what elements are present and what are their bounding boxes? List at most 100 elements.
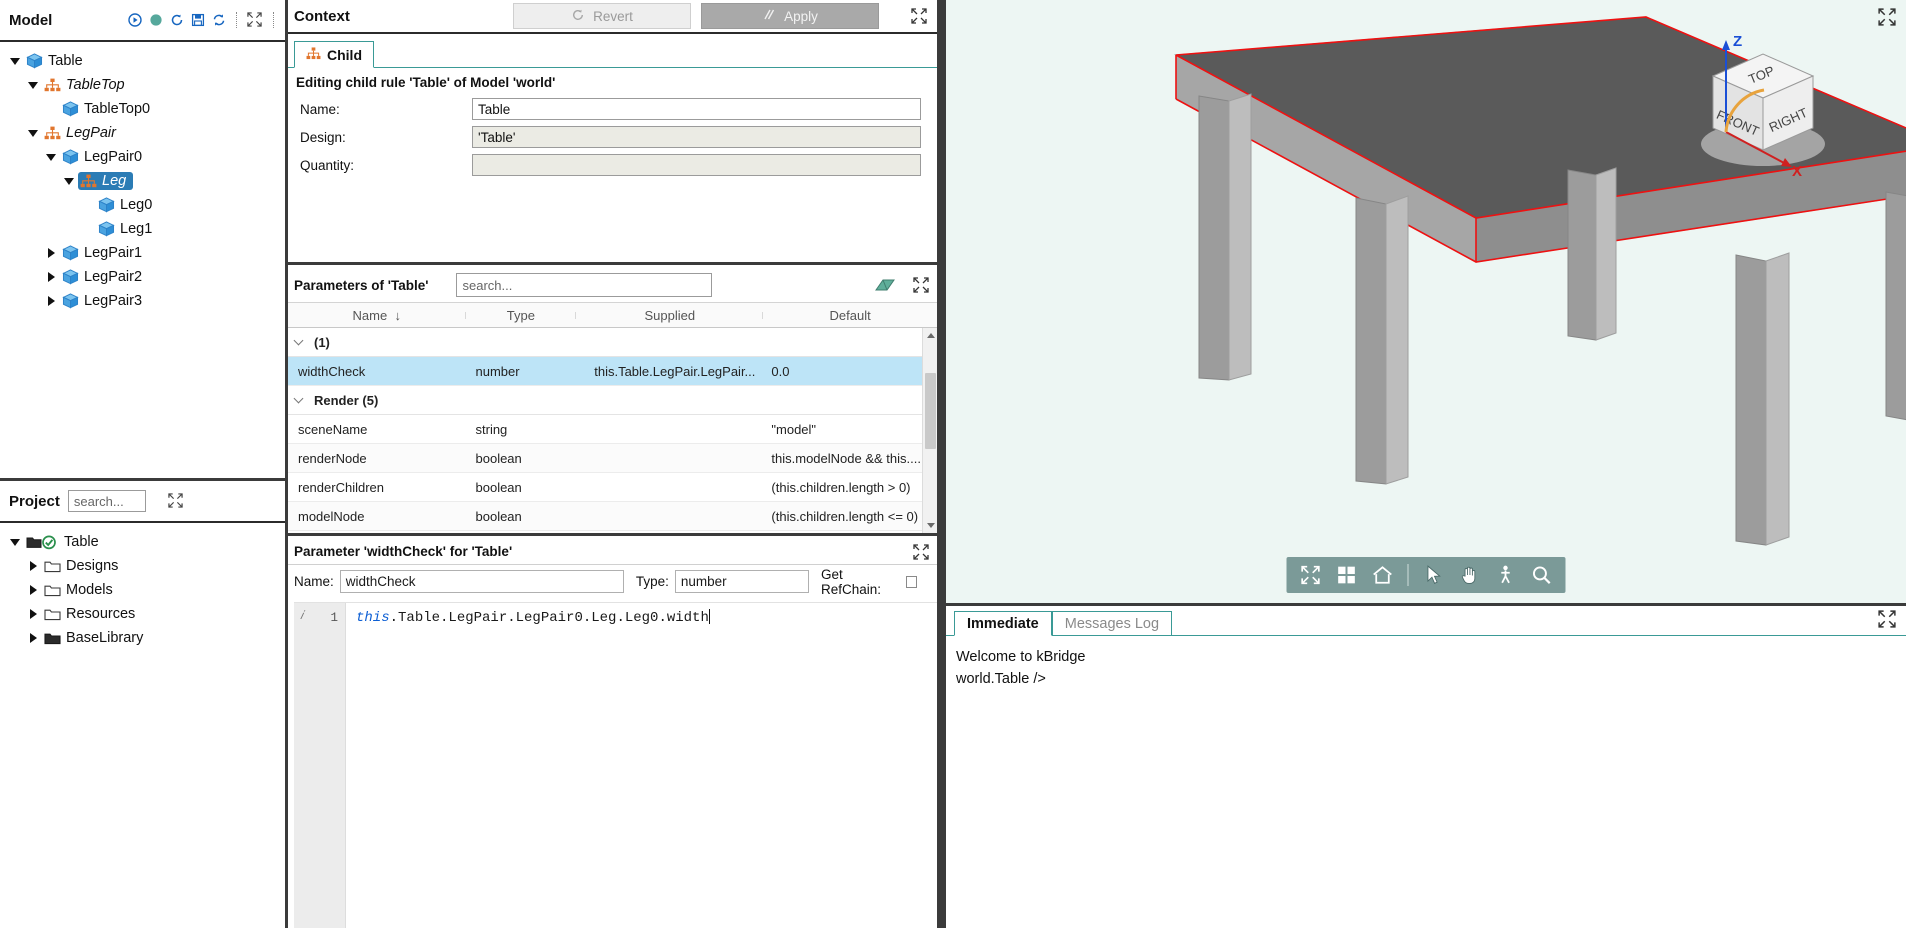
viewport-expand-icon[interactable] xyxy=(1878,8,1896,26)
tree-item-label: Leg1 xyxy=(120,221,153,237)
revert-button[interactable]: Revert xyxy=(513,3,691,29)
chevron-down-icon[interactable] xyxy=(6,538,24,546)
tree-item-label: Leg0 xyxy=(120,197,153,213)
parameters-scrollbar[interactable] xyxy=(922,328,937,533)
clear-filter-icon[interactable] xyxy=(873,277,895,293)
project-tree-item-baselibrary[interactable]: BaseLibrary xyxy=(0,626,285,650)
parameters-table-body[interactable]: (1) widthCheck number this.Table.LegPair.Le… xyxy=(288,328,937,533)
chevron-right-icon[interactable] xyxy=(42,296,60,306)
expression-editor[interactable]: 𝑖 1 this.Table.LegPair.LegPair0.Leg.Leg0… xyxy=(294,602,937,928)
model-panel: Model Table TableTop TableTop0 LegPair L… xyxy=(0,0,285,478)
project-tree[interactable]: Table Designs Models Resources BaseLibrary xyxy=(0,523,285,928)
console-tabs[interactable]: Immediate Messages Log xyxy=(946,606,1906,636)
refresh-icon[interactable] xyxy=(212,13,226,27)
home-icon[interactable] xyxy=(1367,560,1399,590)
chevron-down-icon[interactable] xyxy=(42,153,60,161)
parameter-group-row[interactable]: (1) xyxy=(288,328,937,357)
parameter-row[interactable]: widthCheck number this.Table.LegPair.LegPa… xyxy=(288,357,937,386)
select-arrow-icon[interactable] xyxy=(1418,560,1450,590)
model-tree-item-legpair3[interactable]: LegPair3 xyxy=(0,289,285,313)
fit-all-icon[interactable] xyxy=(1295,560,1327,590)
model-expand-icon[interactable] xyxy=(247,12,263,28)
zoom-magnifier-icon[interactable] xyxy=(1526,560,1558,590)
chevron-right-icon[interactable] xyxy=(42,272,60,282)
scrollbar-thumb[interactable] xyxy=(925,373,936,449)
cube-icon xyxy=(26,53,44,69)
context-panel-title: Context xyxy=(294,7,350,25)
chevron-right-icon[interactable] xyxy=(42,248,60,258)
parameter-row[interactable]: renderChildren boolean (this.children.leng… xyxy=(288,473,937,502)
history-icon[interactable] xyxy=(170,13,184,27)
chevron-down-icon[interactable] xyxy=(24,129,42,137)
column-header-default[interactable]: Default xyxy=(763,308,937,323)
pan-hand-icon[interactable] xyxy=(1454,560,1486,590)
tree-item-label: Resources xyxy=(66,606,136,622)
chevron-down-icon[interactable] xyxy=(288,393,308,404)
project-search-input[interactable]: search... xyxy=(67,490,146,512)
model-tree-item-legpair[interactable]: LegPair xyxy=(0,121,285,145)
chevron-down-icon[interactable] xyxy=(24,81,42,89)
field-input-quantity[interactable] xyxy=(472,154,921,176)
console-tab-messages-log[interactable]: Messages Log xyxy=(1051,611,1173,636)
parameters-expand-icon[interactable] xyxy=(913,277,929,293)
parameters-panel: Parameters of 'Table' search... Name ↓ T… xyxy=(288,268,937,536)
chevron-right-icon[interactable] xyxy=(24,585,42,595)
context-expand-icon[interactable] xyxy=(911,8,927,24)
save-icon[interactable] xyxy=(191,13,205,27)
field-input-name[interactable]: Table xyxy=(472,98,921,120)
chevron-down-icon[interactable] xyxy=(6,57,24,65)
model-tree-item-leg1[interactable]: Leg1 xyxy=(0,217,285,241)
viewport-toolbar[interactable] xyxy=(1286,557,1566,593)
column-header-name[interactable]: Name ↓ xyxy=(288,308,466,323)
model-tree-item-legpair1[interactable]: LegPair1 xyxy=(0,241,285,265)
refchain-checkbox[interactable] xyxy=(906,575,918,588)
parameter-type-input[interactable]: number xyxy=(674,570,810,593)
parameters-search-input[interactable]: search... xyxy=(456,273,713,297)
console-expand-icon[interactable] xyxy=(1878,610,1896,628)
column-header-type[interactable]: Type xyxy=(466,308,577,323)
scroll-down-arrow[interactable] xyxy=(923,518,937,533)
chevron-right-icon[interactable] xyxy=(24,561,42,571)
context-fields: Name: Table Design: 'Table' Quantity: xyxy=(296,96,929,178)
project-tree-item-table[interactable]: Table xyxy=(0,530,285,554)
parameter-row[interactable]: renderNode boolean this.modelNode && this.… xyxy=(288,444,937,473)
field-label: Name: xyxy=(300,101,340,117)
view-cube[interactable]: TOP FRONT RIGHT Z X xyxy=(1668,24,1848,184)
model-tree-item-legpair0[interactable]: LegPair0 xyxy=(0,145,285,169)
context-tabs[interactable]: Child xyxy=(288,40,937,68)
run-icon[interactable] xyxy=(128,13,142,27)
parameter-cell-default: this.modelNode && this.... xyxy=(771,450,921,466)
3d-viewport[interactable]: TOP FRONT RIGHT Z X xyxy=(946,0,1906,603)
model-tree[interactable]: Table TableTop TableTop0 LegPair LegPair0 Leg… xyxy=(0,42,285,478)
model-tree-item-tabletop0[interactable]: TableTop0 xyxy=(0,97,285,121)
chevron-down-icon[interactable] xyxy=(288,335,308,346)
status-dot-icon[interactable] xyxy=(149,13,163,27)
model-tree-item-leg0[interactable]: Leg0 xyxy=(0,193,285,217)
chevron-right-icon[interactable] xyxy=(24,633,42,643)
expression-code[interactable]: this.Table.LegPair.LegPair0.Leg.Leg0.wid… xyxy=(346,603,937,928)
console-tab-immediate[interactable]: Immediate xyxy=(954,611,1052,636)
chevron-right-icon[interactable] xyxy=(24,609,42,619)
parameter-name-input[interactable]: widthCheck xyxy=(339,570,624,593)
model-tree-item-tabletop[interactable]: TableTop xyxy=(0,73,285,97)
apply-button[interactable]: Apply xyxy=(701,3,879,29)
model-tree-item-leg[interactable]: Leg xyxy=(0,169,285,193)
parameter-row[interactable]: modelNode boolean (this.children.length <=… xyxy=(288,502,937,531)
walk-icon[interactable] xyxy=(1490,560,1522,590)
chevron-down-icon[interactable] xyxy=(60,177,78,185)
field-input-design[interactable]: 'Table' xyxy=(472,126,921,148)
context-panel: Context Revert Apply Child Editing child… xyxy=(288,0,937,265)
column-header-supplied[interactable]: Supplied xyxy=(576,308,764,323)
model-tree-item-legpair2[interactable]: LegPair2 xyxy=(0,265,285,289)
parameter-row[interactable]: sceneName string "model" xyxy=(288,415,937,444)
project-expand-icon[interactable] xyxy=(168,493,184,509)
project-tree-item-designs[interactable]: Designs xyxy=(0,554,285,578)
project-tree-item-models[interactable]: Models xyxy=(0,578,285,602)
model-tree-item-table[interactable]: Table xyxy=(0,49,285,73)
tab-child[interactable]: Child xyxy=(294,41,374,68)
scroll-up-arrow[interactable] xyxy=(923,328,937,343)
grid-icon[interactable] xyxy=(1331,560,1363,590)
parameter-editor-expand-icon[interactable] xyxy=(913,543,929,560)
parameter-group-row[interactable]: Render (5) xyxy=(288,386,937,415)
project-tree-item-resources[interactable]: Resources xyxy=(0,602,285,626)
